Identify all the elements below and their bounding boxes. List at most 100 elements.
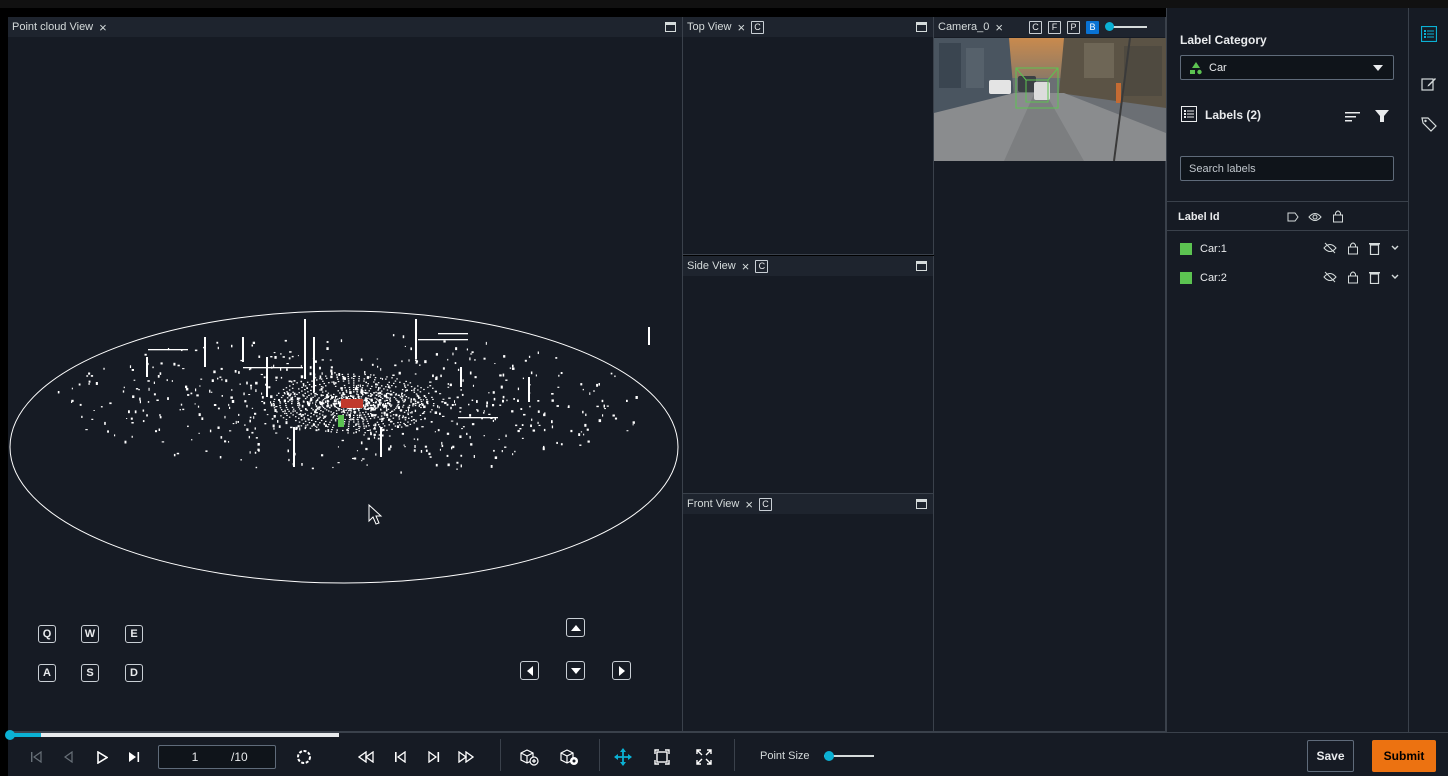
trash-icon[interactable] bbox=[1369, 271, 1380, 284]
cuboid-add-icon bbox=[520, 749, 539, 766]
arrow-right-button[interactable] bbox=[612, 661, 631, 680]
loop-button[interactable] bbox=[296, 747, 312, 767]
camera-key-c[interactable]: C bbox=[751, 20, 765, 34]
top-strip bbox=[0, 0, 1448, 8]
fullscreen-button[interactable] bbox=[696, 747, 712, 767]
loop-icon bbox=[297, 750, 311, 764]
camera-key-f[interactable]: F bbox=[1047, 20, 1061, 34]
last-frame-button[interactable] bbox=[128, 747, 140, 767]
frame-number-input[interactable]: 1 /10 bbox=[158, 745, 276, 769]
key-e-button[interactable]: E bbox=[125, 625, 143, 643]
divider bbox=[1167, 201, 1409, 202]
label-row-car-1[interactable]: Car:1 bbox=[1180, 239, 1400, 259]
arrow-left-button[interactable] bbox=[520, 661, 539, 680]
tag-icon[interactable] bbox=[1421, 116, 1437, 132]
arrow-down-button[interactable] bbox=[566, 661, 585, 680]
fit-box-button[interactable] bbox=[654, 747, 670, 767]
camera-key-p[interactable]: P bbox=[1066, 20, 1080, 34]
maximize-icon[interactable] bbox=[916, 261, 927, 271]
step-forward-button[interactable] bbox=[428, 747, 440, 767]
eye-icon[interactable] bbox=[1308, 211, 1322, 223]
camera-view[interactable]: Camera_0 × C F P B bbox=[934, 17, 1166, 732]
eye-hidden-icon[interactable] bbox=[1323, 271, 1337, 283]
move-tool-button[interactable] bbox=[614, 747, 632, 767]
search-labels-input[interactable] bbox=[1180, 156, 1394, 181]
submit-button[interactable]: Submit bbox=[1372, 740, 1436, 772]
camera-image[interactable] bbox=[934, 38, 1166, 161]
point-cloud-view[interactable]: Point cloud View × Q W E A S D bbox=[8, 17, 683, 732]
maximize-icon[interactable] bbox=[665, 22, 676, 32]
play-button[interactable] bbox=[96, 747, 108, 767]
label-row-car-2[interactable]: Car:2 bbox=[1180, 268, 1400, 288]
camera-view-title: Camera_0 bbox=[938, 21, 990, 33]
key-d-button[interactable]: D bbox=[125, 664, 143, 682]
close-icon[interactable]: × bbox=[737, 21, 745, 34]
camera-key-c[interactable]: C bbox=[1028, 20, 1042, 34]
trash-icon[interactable] bbox=[1369, 242, 1380, 255]
edit-icon[interactable] bbox=[1421, 76, 1437, 92]
frame-progress-bar[interactable] bbox=[5, 730, 339, 740]
front-view-header: Front View × C bbox=[683, 494, 933, 514]
eye-hidden-icon[interactable] bbox=[1323, 242, 1337, 254]
camera-key-c[interactable]: C bbox=[755, 259, 769, 273]
frame-current: 1 bbox=[191, 750, 199, 764]
camera-key-b[interactable]: B bbox=[1085, 20, 1099, 34]
point-size-knob[interactable] bbox=[824, 751, 834, 761]
point-size-slider[interactable] bbox=[824, 751, 874, 761]
chevron-down-icon[interactable] bbox=[1390, 273, 1400, 281]
label-color-swatch bbox=[1180, 272, 1192, 284]
arrow-down-icon bbox=[570, 667, 581, 674]
lock-icon[interactable] bbox=[1347, 241, 1359, 255]
labels-list-icon[interactable] bbox=[1421, 26, 1437, 42]
sort-icon[interactable] bbox=[1345, 111, 1361, 123]
key-w-button[interactable]: W bbox=[81, 625, 99, 643]
skip-to-start-icon bbox=[31, 751, 42, 763]
label-category-title: Label Category bbox=[1180, 33, 1267, 47]
divider bbox=[599, 739, 600, 771]
front-view[interactable]: Front View × C bbox=[683, 494, 934, 732]
point-cloud-header: Point cloud View × bbox=[8, 17, 682, 37]
rewind-icon bbox=[358, 751, 374, 763]
step-back-button[interactable] bbox=[394, 747, 406, 767]
camera-key-c[interactable]: C bbox=[758, 497, 772, 511]
point-cloud-canvas[interactable] bbox=[8, 37, 683, 617]
divider bbox=[1167, 230, 1409, 231]
close-icon[interactable]: × bbox=[99, 21, 107, 34]
frame-progress-knob[interactable] bbox=[5, 730, 15, 740]
camera-opacity-slider[interactable] bbox=[1104, 22, 1147, 32]
side-view[interactable]: Side View × C bbox=[683, 256, 934, 494]
edit-cuboid-button[interactable] bbox=[559, 747, 579, 767]
label-name: Car:1 bbox=[1200, 243, 1227, 255]
car-box-marker bbox=[338, 415, 344, 427]
label-tag-outline-icon[interactable] bbox=[1287, 212, 1299, 222]
maximize-icon[interactable] bbox=[916, 499, 927, 509]
fast-forward-icon bbox=[458, 751, 474, 763]
label-category-value: Car bbox=[1209, 61, 1227, 74]
filter-icon[interactable] bbox=[1375, 109, 1389, 123]
save-button[interactable]: Save bbox=[1307, 740, 1354, 772]
maximize-icon[interactable] bbox=[916, 22, 927, 32]
key-a-button[interactable]: A bbox=[38, 664, 56, 682]
key-s-button[interactable]: S bbox=[81, 664, 99, 682]
labels-list-icon bbox=[1181, 106, 1197, 122]
previous-frame-button[interactable] bbox=[62, 747, 74, 767]
fast-forward-button[interactable] bbox=[458, 747, 474, 767]
point-cloud-points bbox=[57, 319, 650, 474]
close-icon[interactable]: × bbox=[995, 21, 1003, 34]
close-icon[interactable]: × bbox=[745, 498, 753, 511]
skip-to-end-icon bbox=[129, 752, 140, 762]
key-q-button[interactable]: Q bbox=[38, 625, 56, 643]
add-cuboid-button[interactable] bbox=[519, 747, 539, 767]
side-view-header: Side View × C bbox=[683, 256, 933, 276]
lock-icon[interactable] bbox=[1347, 270, 1359, 284]
close-icon[interactable]: × bbox=[742, 260, 750, 273]
top-view[interactable]: Top View × C bbox=[683, 17, 934, 255]
lock-icon[interactable] bbox=[1332, 209, 1344, 223]
label-category-select[interactable]: Car bbox=[1180, 55, 1394, 80]
chevron-down-icon[interactable] bbox=[1390, 244, 1400, 252]
ego-vehicle-marker bbox=[341, 399, 363, 408]
arrow-up-button[interactable] bbox=[566, 618, 585, 637]
first-frame-button[interactable] bbox=[30, 747, 42, 767]
rewind-button[interactable] bbox=[358, 747, 374, 767]
label-color-swatch bbox=[1180, 243, 1192, 255]
